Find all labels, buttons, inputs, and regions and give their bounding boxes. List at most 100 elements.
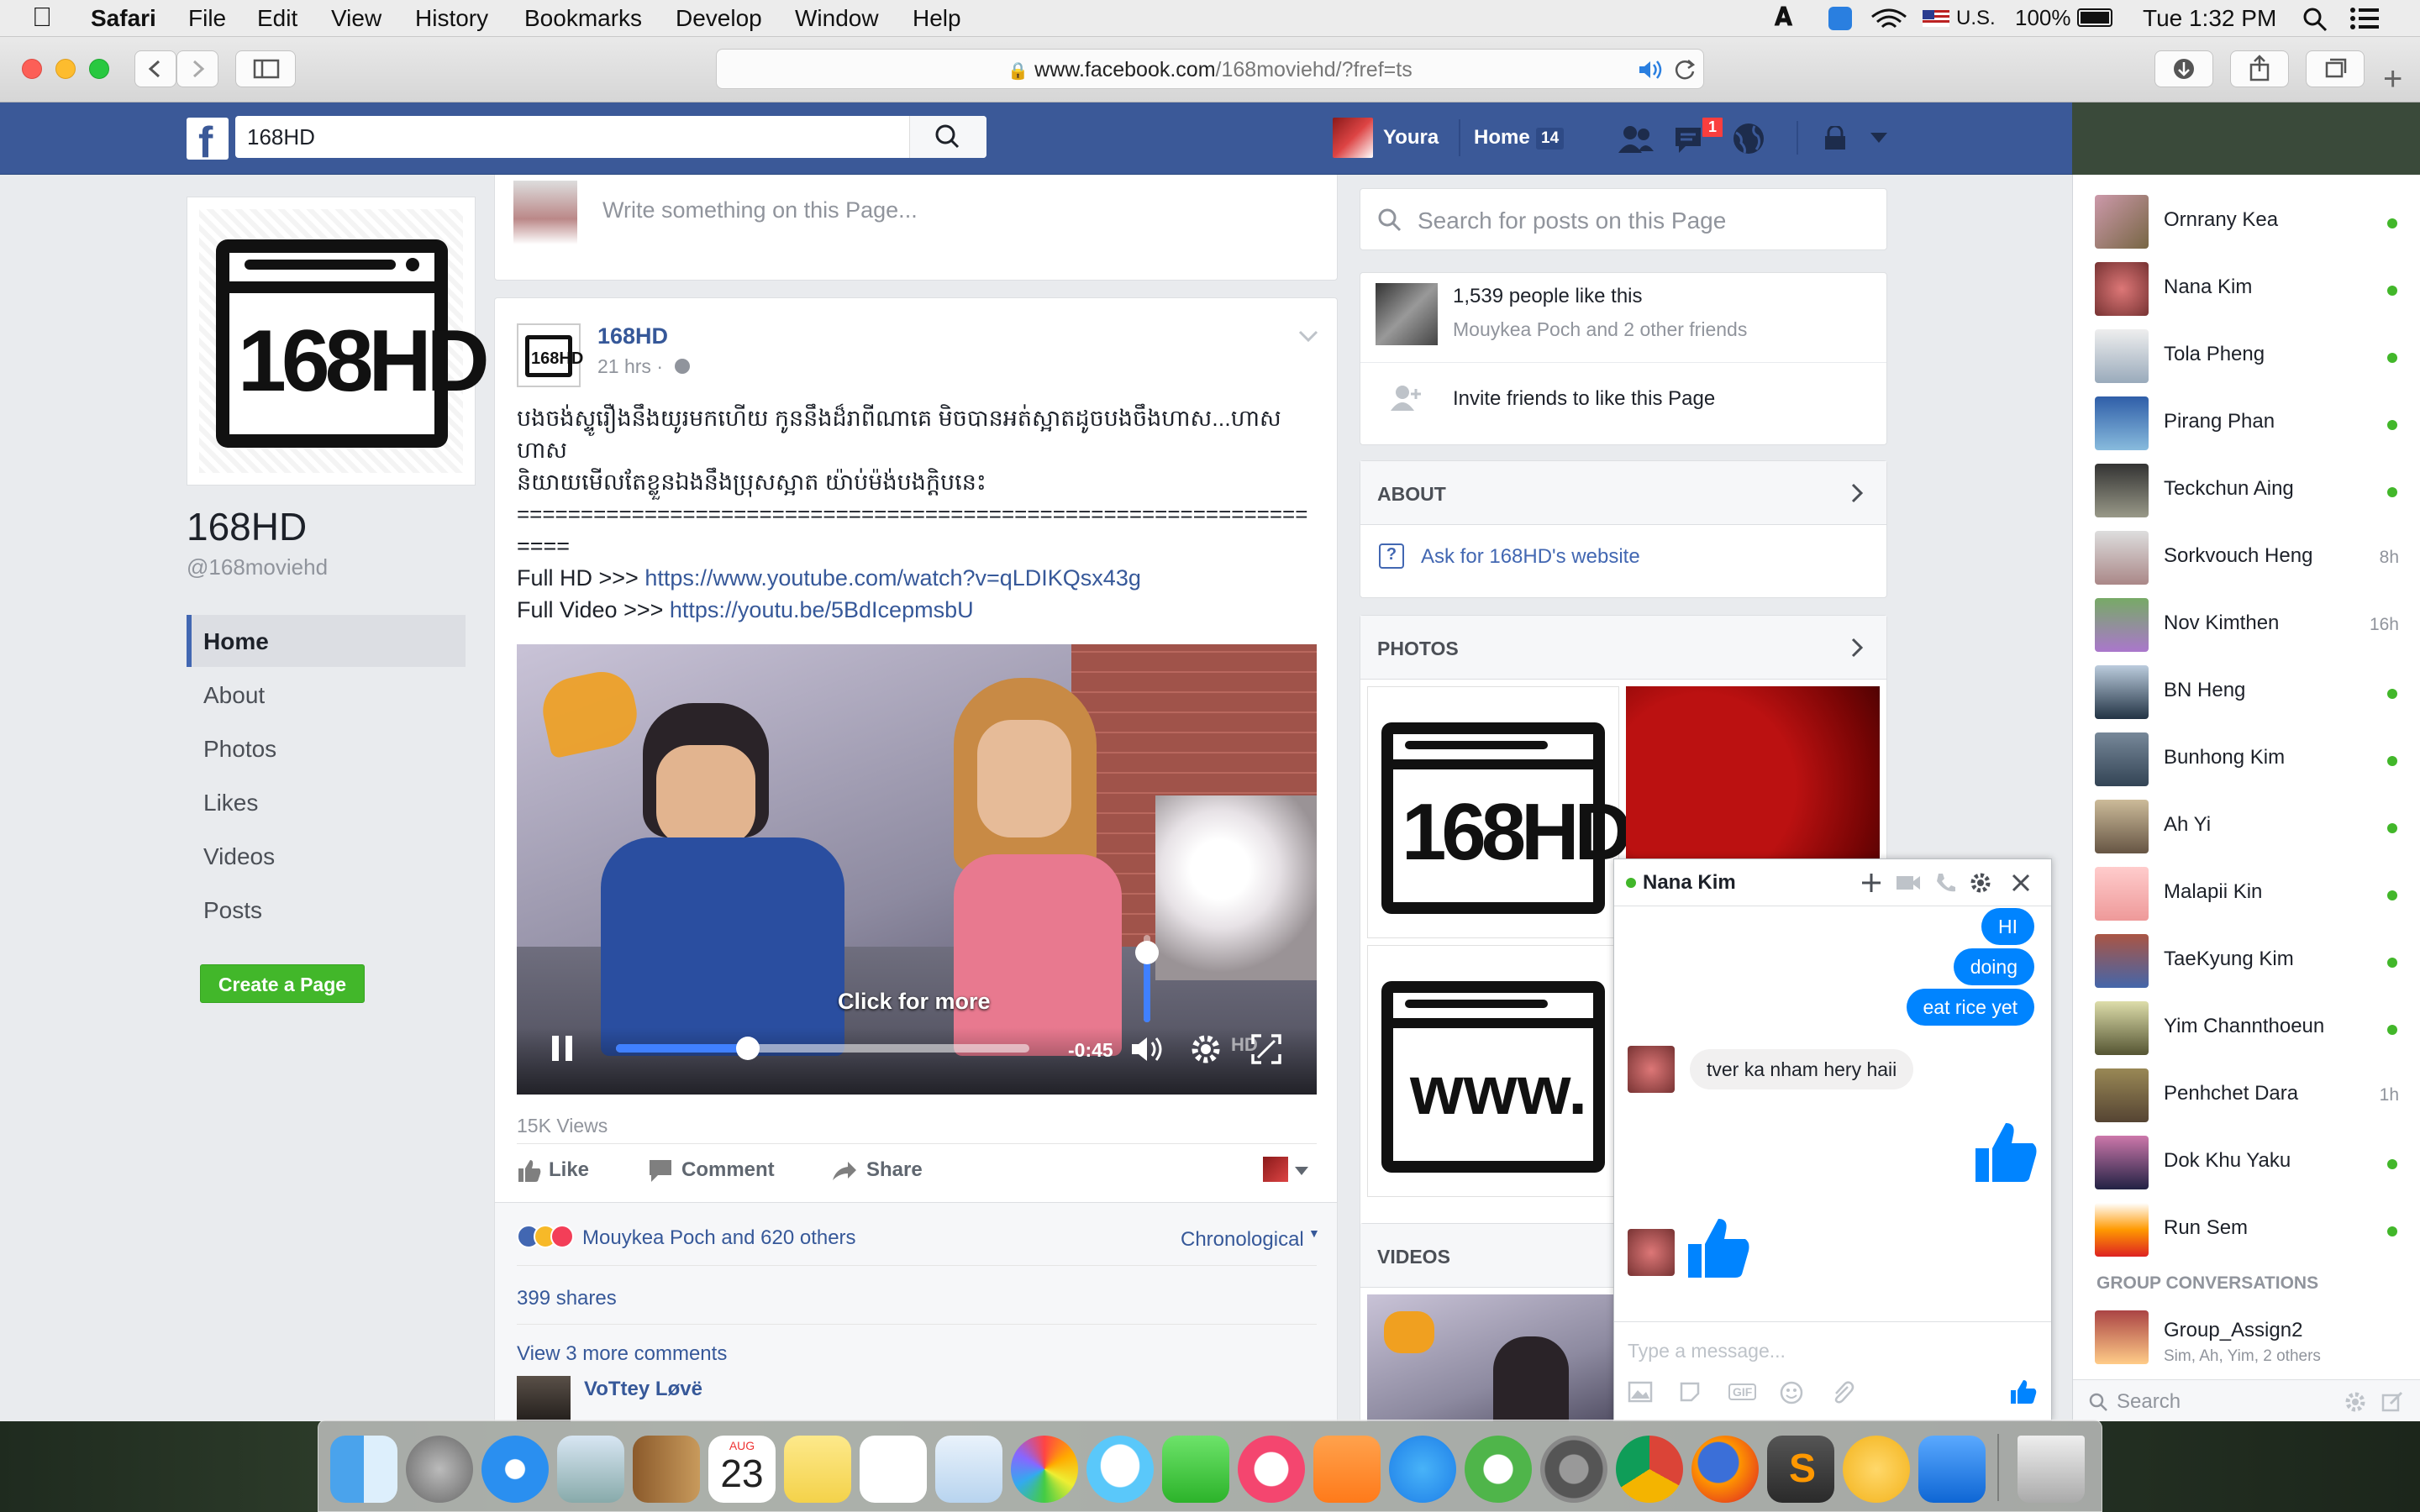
close-window-button[interactable] [22,59,42,79]
adobe-icon[interactable]: 𝐀 [1775,3,1792,32]
view-more-comments-link[interactable]: View 3 more comments [517,1342,727,1366]
volume-slider-handle[interactable] [1135,940,1159,964]
about-header[interactable]: ABOUT [1360,461,1886,525]
chat-contact[interactable]: Tola Pheng [2073,319,2420,386]
chat-contact-name[interactable]: Nana Kim [1643,871,1736,895]
user-name-link[interactable]: Youra [1383,126,1439,150]
nav-photos[interactable]: Photos [187,722,466,774]
post-as-dropdown-icon[interactable] [1293,1165,1310,1177]
chat-contact[interactable]: Dok Khu Yaku [2073,1126,2420,1193]
mail-icon[interactable] [557,1436,624,1503]
trash-icon[interactable] [2018,1436,2085,1503]
search-button[interactable] [909,116,986,158]
video-overlay-text[interactable]: Click for more [838,989,991,1015]
chat-contact[interactable]: Teckchun Aing [2073,454,2420,521]
nav-posts[interactable]: Posts [187,884,466,936]
leaf-app-icon[interactable] [1465,1436,1532,1503]
commenter-avatar[interactable] [517,1376,571,1421]
audio-playing-icon[interactable] [1638,60,1665,80]
chat-emoji-icon[interactable] [1779,1380,1804,1405]
video-settings-gear-icon[interactable] [1189,1032,1223,1066]
chat-contact[interactable]: Nov Kimthen 16h [2073,588,2420,655]
reminders-icon[interactable] [860,1436,927,1503]
notification-center-icon[interactable] [2349,7,2380,30]
ibooks-icon[interactable] [1313,1436,1381,1503]
chat-contact[interactable]: BN Heng [2073,655,2420,722]
chat-contact[interactable]: Sorkvouch Heng 8h [2073,521,2420,588]
page-profile-picture[interactable]: 168HD [187,197,490,486]
chat-contact-avatar[interactable] [1628,1229,1675,1276]
reactions-summary[interactable]: Mouykea Poch and 620 others [582,1226,856,1250]
chat-window-header[interactable]: Nana Kim [1614,859,2051,906]
menu-edit[interactable]: Edit [257,5,297,32]
fullscreen-icon[interactable] [1249,1032,1283,1066]
page-name[interactable]: 168HD [187,504,307,549]
volume-slider-track[interactable] [1135,935,1159,1022]
video-call-icon[interactable] [1895,873,1922,893]
chat-close-icon[interactable] [2009,871,2033,895]
launchpad-icon[interactable] [406,1436,473,1503]
add-to-chat-icon[interactable] [1860,871,1883,895]
facebook-search[interactable] [235,116,986,158]
composer[interactable]: Write something on this Page... [494,175,1338,281]
preview-icon[interactable] [935,1436,1002,1503]
invite-friends-link[interactable]: Invite friends to like this Page [1453,387,1715,411]
battery-icon[interactable] [2077,8,2112,27]
photo-thumb-1[interactable]: 168HD [1367,686,1633,938]
pause-icon[interactable] [550,1034,576,1063]
address-bar[interactable]: 🔒 www.facebook.com/168moviehd/?fref=ts [716,49,1704,89]
post-options-chevron-icon[interactable] [1297,328,1320,344]
chat-like-send-icon[interactable] [2009,1378,2038,1405]
comment-sort-dropdown[interactable]: Chronological [1181,1228,1304,1252]
chat-contact[interactable]: Nana Kim [2073,252,2420,319]
chat-options-gear-icon[interactable] [1969,871,1992,895]
finder-icon[interactable] [330,1436,397,1503]
input-source-label[interactable]: U.S. [1956,7,1996,30]
status-app-icon[interactable] [1828,7,1852,30]
chat-contact[interactable]: Bunhong Kim [2073,722,2420,790]
photos-icon[interactable] [1011,1436,1078,1503]
wifi-icon[interactable] [1870,8,1907,30]
volume-icon[interactable] [1130,1034,1169,1064]
facebook-search-input[interactable] [247,121,902,153]
friends-like-text[interactable]: Mouykea Poch and 2 other friends [1453,318,1747,341]
nav-videos[interactable]: Videos [187,830,466,882]
spotlight-icon[interactable] [2302,7,2328,32]
home-link[interactable]: Home [1474,126,1530,150]
reload-icon[interactable] [1673,58,1697,81]
photo-thumb-3[interactable]: www. [1367,945,1619,1197]
apple-menu-icon[interactable]:  [32,2,52,33]
chat-contact[interactable]: Run Sem [2073,1193,2420,1260]
game-icon[interactable] [1843,1436,1910,1503]
downloads-button[interactable] [2154,50,2213,87]
ask-website-link[interactable]: Ask for 168HD's website [1421,545,1640,569]
contacts-icon[interactable] [633,1436,700,1503]
video-progress-track[interactable] [616,1037,1029,1060]
safari-icon[interactable] [481,1436,549,1503]
chat-contact[interactable]: TaeKyung Kim [2073,924,2420,991]
nav-home[interactable]: Home [187,615,466,667]
teamviewer-icon[interactable] [1918,1436,1986,1503]
chat-photo-icon[interactable] [1628,1380,1653,1404]
sublime-text-icon[interactable]: S [1767,1436,1834,1503]
menu-file[interactable]: File [188,5,226,32]
menu-window[interactable]: Window [795,5,879,32]
post-author-avatar[interactable]: 168HD [517,323,583,387]
post-timestamp[interactable]: 21 hrs · [597,355,663,378]
account-menu-icon[interactable] [1869,131,1889,144]
nav-likes[interactable]: Likes [187,776,466,828]
chat-contact[interactable]: Pirang Phan [2073,386,2420,454]
firefox-icon[interactable] [1691,1436,1759,1503]
chat-search-placeholder[interactable]: Search [2117,1390,2181,1414]
voice-call-icon[interactable] [1933,871,1957,895]
menu-view[interactable]: View [331,5,381,32]
chat-message-input[interactable]: Type a message... [1628,1340,1786,1362]
sidebar-toggle-button[interactable] [235,50,296,87]
chat-sticker-icon[interactable] [1678,1380,1702,1404]
menu-bookmarks[interactable]: Bookmarks [524,5,642,32]
user-avatar[interactable] [1333,118,1373,158]
address-url[interactable]: 🔒 www.facebook.com/168moviehd/?fref=ts [717,58,1703,82]
full-video-link[interactable]: https://youtu.be/5BdIcepmsbU [670,597,974,622]
zoom-window-button[interactable] [89,59,109,79]
forward-button[interactable] [176,50,218,87]
